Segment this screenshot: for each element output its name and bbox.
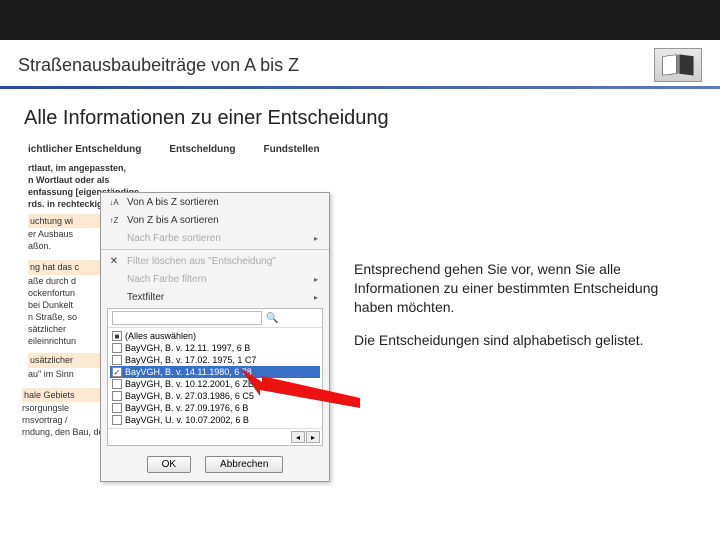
filter-search-input[interactable] bbox=[112, 311, 262, 325]
submenu-arrow-icon bbox=[309, 232, 323, 244]
explanation-text: Entsprechend gehen Sie vor, wenn Sie all… bbox=[334, 140, 720, 364]
menu-label: Filter löschen aus "Entscheidung" bbox=[127, 256, 276, 267]
doc-mid: uchtung wi er Ausbaus aßon. ng hat das c… bbox=[22, 212, 100, 382]
chk-label: BayVGH, B. v. 14.11.1980, 6 78 bbox=[125, 367, 252, 377]
blurb-line: rtlaut, im angepassten, bbox=[28, 162, 328, 174]
title-bar: Straßenausbaubeiträge von A bis Z bbox=[0, 40, 720, 89]
menu-label: Textfilter bbox=[127, 292, 164, 303]
mid-line: aßon. bbox=[28, 240, 94, 252]
sort-za-icon bbox=[107, 214, 121, 226]
paragraph-1: Entsprechend gehen Sie vor, wenn Sie all… bbox=[354, 260, 698, 317]
filter-values-box: 🔍 ■ (Alles auswählen) BayVGH, B. v. 12.1… bbox=[107, 308, 323, 446]
mid-line: eileinrichtun bbox=[28, 335, 94, 347]
page-title: Straßenausbaubeiträge von A bis Z bbox=[18, 55, 299, 76]
chk-label: BayVGH, B. v. 12.11. 1997, 6 B bbox=[125, 343, 250, 353]
cancel-button[interactable]: Abbrechen bbox=[205, 456, 283, 473]
submenu-arrow-icon bbox=[309, 291, 323, 303]
blurb-line: n Wortlaut oder als bbox=[28, 174, 328, 186]
screenshot-region: ichtlicher Entscheldung Entscheldung Fun… bbox=[22, 140, 334, 364]
chk-item[interactable]: BayVGH, B. v. 17.02. 1975, 1 C7 bbox=[110, 354, 320, 366]
section-heading: Alle Informationen zu einer Entscheidung bbox=[0, 89, 720, 140]
filter-context-menu: Von A bis Z sortieren Von Z bis A sortie… bbox=[100, 192, 330, 482]
sort-az-icon bbox=[107, 196, 121, 208]
menu-sort-color: Nach Farbe sortieren bbox=[101, 229, 329, 247]
search-icon: 🔍 bbox=[266, 313, 278, 324]
submenu-arrow-icon bbox=[309, 273, 323, 285]
chk-item[interactable]: BayVGH, B. v. 27.03.1986, 6 C5 bbox=[110, 390, 320, 402]
lower-line: hale Gebiets bbox=[22, 388, 112, 402]
menu-label: Von Z bis A sortieren bbox=[127, 215, 219, 226]
top-dark-strip bbox=[0, 0, 720, 40]
menu-label: Nach Farbe sortieren bbox=[127, 233, 221, 244]
menu-label: Von A bis Z sortieren bbox=[127, 197, 219, 208]
checkbox-icon[interactable] bbox=[112, 415, 122, 425]
chk-label: BayVGH, B. v. 10.12.2001, 6 ZB bbox=[125, 379, 254, 389]
checkbox-icon[interactable]: ■ bbox=[112, 331, 122, 341]
menu-filter-color: Nach Farbe filtern bbox=[101, 270, 329, 288]
chk-select-all[interactable]: ■ (Alles auswählen) bbox=[110, 330, 320, 342]
logo-box bbox=[654, 48, 702, 82]
ok-button[interactable]: OK bbox=[147, 456, 191, 473]
doc-col1: ichtlicher Entscheldung bbox=[28, 143, 141, 157]
checkbox-icon[interactable] bbox=[112, 379, 122, 389]
mid-line: au" im Sinn bbox=[28, 368, 94, 380]
mid-line: usätzlicher bbox=[28, 353, 102, 367]
chk-item[interactable]: BayVGH, B. v. 27.09.1976, 6 B bbox=[110, 402, 320, 414]
mid-line: n Straße, so bbox=[28, 311, 94, 323]
chk-label: BayVGH, B. v. 17.02. 1975, 1 C7 bbox=[125, 355, 256, 365]
checkbox-icon[interactable] bbox=[112, 355, 122, 365]
chk-label: (Alles auswählen) bbox=[125, 331, 196, 341]
mid-line: ockenfortun bbox=[28, 287, 94, 299]
blank-icon bbox=[107, 232, 121, 244]
chk-item[interactable]: BayVGH, B. v. 10.12.2001, 6 ZB bbox=[110, 378, 320, 390]
menu-sort-az[interactable]: Von A bis Z sortieren bbox=[101, 193, 329, 211]
checkbox-icon[interactable] bbox=[112, 403, 122, 413]
mid-line: bei Dunkelt bbox=[28, 299, 94, 311]
mid-line: ng hat das c bbox=[28, 260, 102, 274]
chk-label: BayVGH, B. v. 27.09.1976, 6 B bbox=[125, 403, 248, 413]
chk-item[interactable]: BayVGH, U. v. 10.07.2002, 6 B bbox=[110, 414, 320, 426]
checkbox-icon[interactable] bbox=[112, 343, 122, 353]
chk-item[interactable]: BayVGH, B. v. 12.11. 1997, 6 B bbox=[110, 342, 320, 354]
menu-label: Nach Farbe filtern bbox=[127, 274, 206, 285]
menu-text-filter[interactable]: Textfilter bbox=[101, 288, 329, 306]
mid-line: aße durch d bbox=[28, 275, 94, 287]
chk-label: BayVGH, U. v. 10.07.2002, 6 B bbox=[125, 415, 249, 425]
mid-line: er Ausbaus bbox=[28, 228, 94, 240]
book-logo-icon bbox=[661, 53, 695, 77]
paragraph-2: Die Entscheidungen sind alphabetisch gel… bbox=[354, 331, 698, 350]
funnel-clear-icon: ✕ bbox=[107, 255, 121, 267]
menu-clear-filter: ✕ Filter löschen aus "Entscheidung" bbox=[101, 252, 329, 270]
scroll-right-button[interactable]: ▸ bbox=[306, 431, 320, 443]
mid-line: uchtung wi bbox=[28, 214, 102, 228]
scroll-buttons: ◂ ▸ bbox=[108, 428, 322, 445]
chk-label: BayVGH, B. v. 27.03.1986, 6 C5 bbox=[125, 391, 254, 401]
blank-icon bbox=[107, 273, 121, 285]
checkbox-icon[interactable] bbox=[112, 391, 122, 401]
chk-item-selected[interactable]: ✓BayVGH, B. v. 14.11.1980, 6 78 bbox=[110, 366, 320, 378]
filter-checklist[interactable]: ■ (Alles auswählen) BayVGH, B. v. 12.11.… bbox=[108, 328, 322, 428]
menu-separator bbox=[101, 249, 329, 250]
doc-col2: Entscheldung bbox=[169, 143, 235, 157]
mid-line: sätzlicher bbox=[28, 323, 94, 335]
doc-col3: Fundstellen bbox=[263, 143, 319, 157]
checkbox-icon[interactable]: ✓ bbox=[112, 367, 122, 377]
menu-sort-za[interactable]: Von Z bis A sortieren bbox=[101, 211, 329, 229]
blank-icon bbox=[107, 291, 121, 303]
scroll-left-button[interactable]: ◂ bbox=[291, 431, 305, 443]
